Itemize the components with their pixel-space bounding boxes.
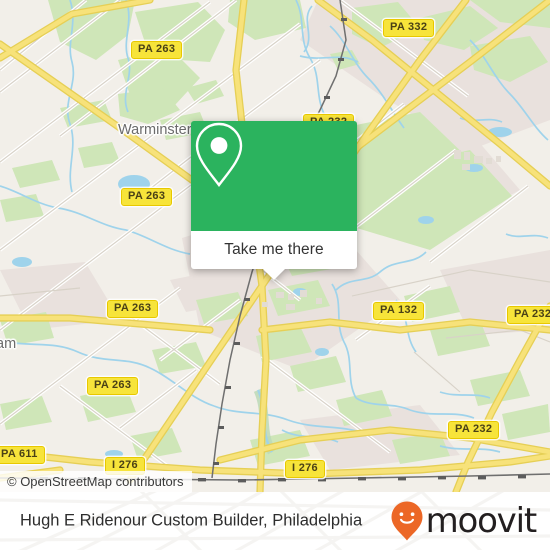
moovit-smiley-pin-logo	[391, 501, 423, 541]
road-shield-pa-232[interactable]: PA 232	[448, 421, 500, 439]
road-shield-pa-332[interactable]: PA 332	[383, 19, 435, 37]
location-popup-card[interactable]: Take me there	[191, 121, 357, 280]
road-shield-pa-263[interactable]: PA 263	[131, 41, 183, 59]
moovit-wordmark: moovit	[425, 501, 538, 541]
osm-attribution[interactable]: © OpenStreetMap contributors	[0, 471, 192, 492]
popup-icon-area	[191, 121, 357, 231]
footer-bar: Hugh E Ridenour Custom Builder, Philadel…	[0, 492, 550, 550]
footer-content: Hugh E Ridenour Custom Builder, Philadel…	[0, 492, 550, 550]
map-pin-icon	[195, 122, 243, 187]
map-canvas[interactable]: Warminster am PA 332 PA 263 PA 232 PA 26…	[0, 0, 550, 492]
road-shield-pa-232[interactable]: PA 232	[507, 306, 550, 324]
place-label: am	[0, 336, 17, 352]
place-title: Hugh E Ridenour Custom Builder, Philadel…	[20, 511, 363, 530]
moovit-logo[interactable]: moovit	[390, 500, 538, 542]
place-label: Warminster	[118, 122, 192, 138]
road-shield-i-276[interactable]: I 276	[285, 460, 325, 478]
map-screenshot: Warminster am PA 332 PA 263 PA 232 PA 26…	[0, 0, 550, 550]
popup-action-bar[interactable]: Take me there	[191, 231, 357, 280]
road-shield-pa-132[interactable]: PA 132	[373, 302, 425, 320]
road-shield-pa-263[interactable]: PA 263	[87, 377, 139, 395]
road-shield-pa-263[interactable]: PA 263	[107, 300, 159, 318]
road-shield-pa-263[interactable]: PA 263	[121, 188, 173, 206]
road-shield-pa-611[interactable]: PA 611	[0, 446, 45, 464]
take-me-there-label: Take me there	[224, 241, 324, 258]
popup-pointer-tail	[263, 269, 285, 280]
